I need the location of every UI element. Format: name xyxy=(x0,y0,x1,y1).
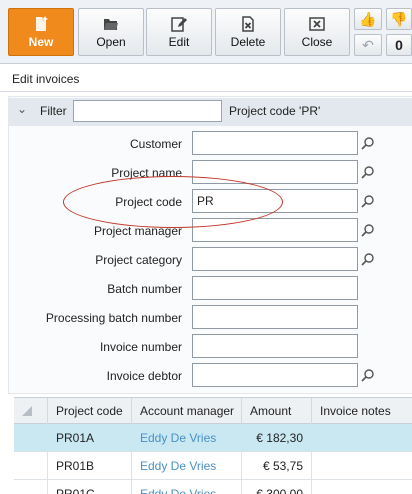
open-button[interactable]: Open xyxy=(78,8,144,56)
delete-button-label: Delete xyxy=(230,35,266,49)
customer-field[interactable] xyxy=(192,131,358,155)
invoice-debtor-field[interactable] xyxy=(192,363,358,387)
processing-batch-number-label: Processing batch number xyxy=(45,311,182,325)
row-selector[interactable] xyxy=(14,424,48,452)
row-selector[interactable] xyxy=(14,480,48,494)
batch-number-field[interactable] xyxy=(192,276,358,300)
thumbs-up-button[interactable]: 👍 xyxy=(354,8,382,30)
amount-cell: € 53,75 xyxy=(242,452,312,480)
close-button-label: Close xyxy=(301,35,333,49)
thumbs-down-button[interactable]: 👎 xyxy=(386,8,412,30)
delete-button[interactable]: Delete xyxy=(215,8,281,56)
project-category-label: Project category xyxy=(95,253,182,267)
new-button-label: New xyxy=(28,35,54,49)
search-icon[interactable] xyxy=(361,223,375,237)
table-row[interactable]: PR01A Eddy De Vries € 182,30 xyxy=(14,424,412,452)
search-icon[interactable] xyxy=(361,165,375,179)
account-manager-cell[interactable]: Eddy De Vries xyxy=(132,480,242,494)
invoice-debtor-label: Invoice debtor xyxy=(106,369,182,383)
search-icon[interactable] xyxy=(361,252,375,266)
close-button[interactable]: Close xyxy=(284,8,350,56)
column-header-invoice-notes[interactable]: Invoice notes xyxy=(312,398,412,424)
column-header-amount[interactable]: Amount xyxy=(242,398,312,424)
account-manager-cell[interactable]: Eddy De Vries xyxy=(132,424,242,452)
close-window-icon xyxy=(309,17,325,31)
project-code-field[interactable]: PR xyxy=(192,189,358,213)
folder-icon xyxy=(104,19,118,30)
toolbar: New Open Edit Delete Close 👍 👎 ↶ 0 xyxy=(0,0,412,64)
corner-triangle-icon xyxy=(22,406,32,416)
chevron-down-icon[interactable]: ⌄ xyxy=(17,102,27,116)
delete-icon xyxy=(242,16,254,32)
amount-cell: € 300,00 xyxy=(242,480,312,494)
invoice-notes-cell xyxy=(312,480,412,494)
table-row[interactable]: PR01B Eddy De Vries € 53,75 xyxy=(14,452,412,480)
customer-label: Customer xyxy=(129,137,182,151)
filter-summary: Project code 'PR' xyxy=(229,104,321,118)
grid-header: Project code Account manager Amount Invo… xyxy=(14,398,412,424)
thumbs-up-icon: 👍 xyxy=(359,11,377,27)
search-icon[interactable] xyxy=(361,194,375,208)
row-selector[interactable] xyxy=(14,452,48,480)
amount-cell: € 182,30 xyxy=(242,424,312,452)
edit-button-label: Edit xyxy=(168,35,190,49)
project-code-cell: PR01C xyxy=(48,480,132,494)
counter-value: 0 xyxy=(395,37,403,53)
batch-number-label: Batch number xyxy=(107,282,182,296)
new-button[interactable]: New xyxy=(8,8,74,56)
invoice-notes-cell xyxy=(312,452,412,480)
thumbs-down-icon: 👎 xyxy=(390,11,408,27)
counter-badge: 0 xyxy=(386,34,412,56)
filter-bar: ⌄ Filter Project code 'PR' xyxy=(8,98,412,126)
project-manager-label: Project manager xyxy=(93,224,182,238)
page-title: Edit invoices xyxy=(0,66,412,92)
undo-icon: ↶ xyxy=(362,37,374,53)
invoices-grid: Project code Account manager Amount Invo… xyxy=(14,397,412,494)
project-manager-field[interactable] xyxy=(192,218,358,242)
filter-label: Filter xyxy=(40,104,67,118)
filter-input[interactable] xyxy=(73,100,222,122)
column-header-account-manager[interactable]: Account manager xyxy=(132,398,242,424)
edit-button[interactable]: Edit xyxy=(146,8,212,56)
account-manager-cell[interactable]: Eddy De Vries xyxy=(132,452,242,480)
column-header-project-code[interactable]: Project code xyxy=(48,398,132,424)
project-category-field[interactable] xyxy=(192,247,358,271)
project-code-cell: PR01A xyxy=(48,424,132,452)
edit-icon xyxy=(171,17,187,32)
row-selector-header[interactable] xyxy=(14,398,48,424)
project-code-label: Project code xyxy=(115,195,182,209)
new-document-icon xyxy=(36,16,48,31)
undo-button[interactable]: ↶ xyxy=(354,34,382,56)
open-button-label: Open xyxy=(96,35,126,49)
invoice-number-label: Invoice number xyxy=(99,340,182,354)
invoice-number-field[interactable] xyxy=(192,334,358,358)
project-code-cell: PR01B xyxy=(48,452,132,480)
table-row[interactable]: PR01C Eddy De Vries € 300,00 xyxy=(14,480,412,494)
project-name-label: Project name xyxy=(111,166,182,180)
project-name-field[interactable] xyxy=(192,160,358,184)
invoice-notes-cell xyxy=(312,424,412,452)
processing-batch-number-field[interactable] xyxy=(192,305,358,329)
search-icon[interactable] xyxy=(361,136,375,150)
search-icon[interactable] xyxy=(361,368,375,382)
